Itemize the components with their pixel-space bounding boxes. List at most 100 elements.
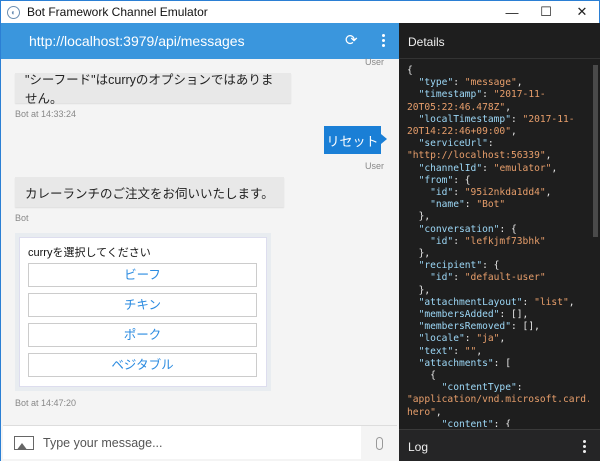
json-key: "attachments" — [418, 357, 494, 369]
details-title: Details — [399, 23, 600, 59]
json-key: "id" — [430, 187, 454, 199]
json-value: "2017-11- — [493, 89, 546, 101]
hero-card: curryを選択してください ビーフ チキン ポーク ベジタブル — [15, 233, 271, 391]
image-upload-icon[interactable] — [14, 435, 34, 450]
json-line: { — [407, 65, 589, 77]
card-button-chicken[interactable]: チキン — [28, 293, 257, 317]
bot-message: カレーランチのご注文をお伺いいたします。 — [15, 177, 284, 207]
message-input-bar — [3, 425, 397, 460]
json-punct: , — [516, 77, 523, 89]
json-key: "name" — [430, 199, 465, 211]
json-key: "timestamp" — [418, 89, 483, 101]
json-punct: { — [430, 370, 436, 382]
json-key: "text" — [418, 345, 454, 357]
json-line: "application/vnd.microsoft.card. — [407, 394, 589, 406]
log-options-icon[interactable] — [583, 440, 586, 453]
json-line: hero", — [407, 407, 589, 419]
json-key: "membersAdded" — [418, 309, 500, 321]
details-scrollbar[interactable] — [593, 65, 598, 237]
json-value: "list" — [534, 296, 569, 308]
json-line: "locale": "ja", — [418, 333, 506, 345]
microphone-button[interactable] — [361, 426, 397, 460]
app-logo-icon: ◐ — [7, 5, 20, 19]
chat-header: http://localhost:3979/api/messages ⟳ — [1, 23, 399, 59]
json-punct: { — [499, 418, 511, 427]
json-value: "2017-11- — [522, 113, 575, 125]
log-title: Log — [408, 440, 429, 454]
json-line: "conversation": { — [418, 223, 517, 235]
json-key: "type" — [418, 77, 454, 89]
json-line: "membersAdded": [], — [418, 309, 529, 321]
json-punct: { — [407, 65, 413, 76]
json-line: }, — [407, 211, 589, 223]
json-line: "id": "default-user" — [430, 272, 546, 284]
json-value: "Bot" — [476, 199, 506, 211]
json-value: "message" — [464, 77, 517, 89]
json-line: "serviceUrl": — [418, 138, 494, 150]
json-line: "id": "lefkjmf73bhk" — [430, 235, 546, 247]
json-punct: }, — [418, 248, 431, 260]
json-value: "lefkjmf73bhk" — [464, 235, 546, 247]
card-button-beef[interactable]: ビーフ — [28, 263, 257, 287]
json-punct: , — [435, 406, 442, 418]
message-input[interactable] — [43, 435, 343, 450]
json-viewer: { "type": "message", "timestamp": "2017-… — [407, 65, 589, 427]
json-punct: , — [545, 187, 552, 199]
json-line: }, — [407, 285, 589, 297]
maximize-button[interactable]: ☐ — [529, 1, 563, 23]
json-line: "attachmentLayout": "list", — [418, 296, 575, 308]
json-line: "channelId": "emulator", — [418, 162, 558, 174]
json-line: "membersRemoved": [], — [418, 321, 540, 333]
json-key: "locale" — [418, 333, 465, 345]
close-button[interactable]: ✕ — [565, 1, 599, 23]
message-meta: User — [365, 161, 385, 171]
more-options-icon[interactable] — [382, 34, 385, 47]
json-punct: , — [476, 345, 483, 357]
json-value: "http://localhost:56339" — [407, 150, 546, 162]
json-line: 20T05:22:46.478Z", — [407, 102, 589, 114]
minimize-button[interactable]: — — [495, 1, 529, 23]
json-value: "ja" — [476, 333, 500, 345]
log-panel-header: Log — [399, 429, 600, 461]
json-key: "serviceUrl" — [418, 138, 488, 150]
message-meta: Bot at 14:47:20 — [15, 398, 77, 408]
json-value: 20T05:22:46.478Z" — [407, 101, 506, 113]
json-key: "content" — [441, 418, 494, 427]
message-meta: Bot — [15, 213, 29, 223]
json-punct: { — [487, 260, 500, 272]
json-line: "timestamp": "2017-11- — [418, 89, 546, 101]
json-key: "membersRemoved" — [418, 321, 511, 333]
json-line: "name": "Bot" — [430, 199, 506, 211]
refresh-icon[interactable]: ⟳ — [345, 31, 358, 49]
json-key: "id" — [430, 272, 454, 284]
json-line: "type": "message", — [418, 77, 523, 89]
details-panel: Details { "type": "message", "timestamp"… — [399, 23, 600, 461]
json-value: "95i2nkda1dd4" — [464, 187, 546, 199]
app-window: ◐ Bot Framework Channel Emulator — ☐ ✕ h… — [0, 0, 600, 461]
window-title: Bot Framework Channel Emulator — [27, 5, 208, 19]
microphone-icon — [375, 436, 383, 450]
user-message: リセット — [324, 126, 387, 154]
json-line: "attachments": [ — [418, 357, 511, 369]
title-bar: ◐ Bot Framework Channel Emulator — ☐ ✕ — [1, 1, 599, 23]
json-punct: , — [545, 150, 552, 162]
json-key: "from" — [418, 174, 454, 186]
card-button-vegetable[interactable]: ベジタブル — [28, 353, 257, 377]
json-line: "content": { — [407, 419, 589, 427]
json-value: "default-user" — [464, 272, 546, 284]
json-line: "recipient": { — [418, 260, 500, 272]
json-punct: , — [551, 162, 558, 174]
json-value: 20T14:22:46+09:00" — [407, 126, 511, 138]
json-value: "emulator" — [493, 162, 552, 174]
json-line: 20T14:22:46+09:00", — [407, 126, 589, 138]
json-key: "localTimestamp" — [418, 113, 511, 125]
json-line: "id": "95i2nkda1dd4", — [430, 187, 552, 199]
json-line: "localTimestamp": "2017-11- — [418, 113, 575, 125]
card-button-pork[interactable]: ポーク — [28, 323, 257, 347]
endpoint-url[interactable]: http://localhost:3979/api/messages — [29, 33, 245, 49]
json-key: "id" — [430, 235, 454, 247]
json-punct: [], — [505, 309, 529, 321]
json-line: "contentType": — [441, 382, 523, 394]
json-punct: { — [459, 174, 471, 186]
json-line: }, — [407, 248, 589, 260]
